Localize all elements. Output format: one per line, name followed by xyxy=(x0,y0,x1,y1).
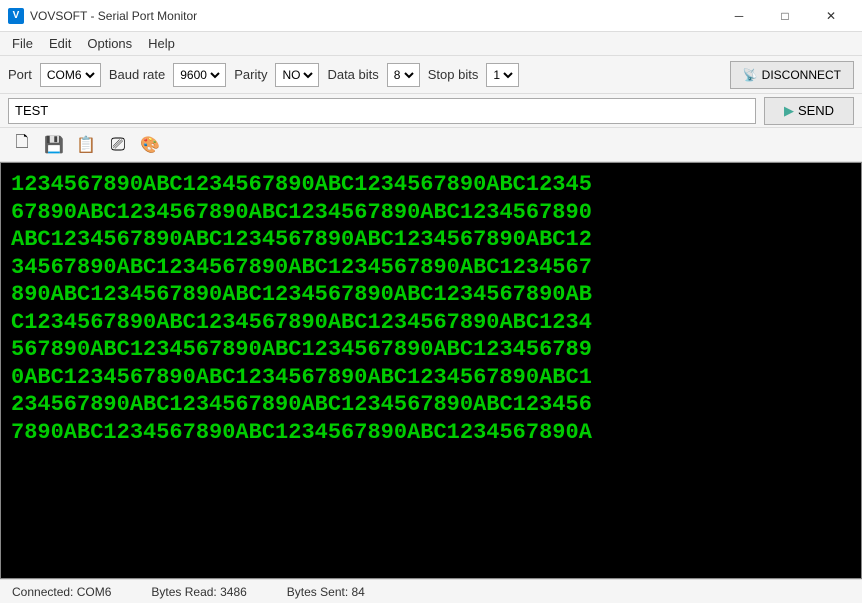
baud-select-wrap[interactable]: 9600 xyxy=(173,63,226,87)
send-label: SEND xyxy=(798,103,834,118)
menu-bar: File Edit Options Help xyxy=(0,32,862,56)
stopbits-label: Stop bits xyxy=(428,67,479,82)
port-settings-bar: Port COM6 Baud rate 9600 Parity NO Data … xyxy=(0,56,862,94)
send-icon: ▶ xyxy=(784,103,794,119)
port-select-wrap[interactable]: COM6 xyxy=(40,63,101,87)
baud-label: Baud rate xyxy=(109,67,165,82)
icon-bar: 🗋 💾 📋 ⎚ 🎨 xyxy=(0,128,862,162)
minimize-button[interactable]: ─ xyxy=(716,0,762,32)
disconnect-icon: 📡 xyxy=(743,68,758,82)
app-icon: V xyxy=(8,8,24,24)
color-button[interactable]: 🎨 xyxy=(136,131,164,159)
color-icon: 🎨 xyxy=(140,135,160,155)
save-icon: 💾 xyxy=(44,135,64,155)
clear-button[interactable]: ⎚ xyxy=(104,131,132,159)
menu-options[interactable]: Options xyxy=(79,33,140,55)
port-select[interactable]: COM6 xyxy=(43,64,98,86)
databits-label: Data bits xyxy=(327,67,378,82)
close-button[interactable]: ✕ xyxy=(808,0,854,32)
monitor-text: 1234567890ABC1234567890ABC1234567890ABC1… xyxy=(1,163,861,578)
stopbits-select-wrap[interactable]: 1 xyxy=(486,63,519,87)
new-file-button[interactable]: 🗋 xyxy=(8,131,36,159)
parity-select-wrap[interactable]: NO xyxy=(275,63,319,87)
window-controls: ─ □ ✕ xyxy=(716,0,854,32)
menu-edit[interactable]: Edit xyxy=(41,33,79,55)
new-file-icon: 🗋 xyxy=(16,131,29,158)
input-bar: ▶ SEND xyxy=(0,94,862,128)
monitor-container: 1234567890ABC1234567890ABC1234567890ABC1… xyxy=(0,162,862,579)
save-button[interactable]: 💾 xyxy=(40,131,68,159)
parity-select[interactable]: NO xyxy=(278,64,316,86)
stopbits-select[interactable]: 1 xyxy=(489,64,516,86)
clear-icon: ⎚ xyxy=(111,134,125,155)
parity-label: Parity xyxy=(234,67,267,82)
port-label: Port xyxy=(8,67,32,82)
bytes-sent-status: Bytes Sent: 84 xyxy=(287,585,365,599)
databits-select-wrap[interactable]: 8 xyxy=(387,63,420,87)
databits-select[interactable]: 8 xyxy=(390,64,417,86)
title-bar: V VOVSOFT - Serial Port Monitor ─ □ ✕ xyxy=(0,0,862,32)
maximize-button[interactable]: □ xyxy=(762,0,808,32)
copy-button[interactable]: 📋 xyxy=(72,131,100,159)
send-button[interactable]: ▶ SEND xyxy=(764,97,854,125)
bytes-read-status: Bytes Read: 3486 xyxy=(151,585,246,599)
disconnect-label: DISCONNECT xyxy=(762,68,841,82)
connection-status: Connected: COM6 xyxy=(12,585,111,599)
send-input[interactable] xyxy=(8,98,756,124)
disconnect-button[interactable]: 📡 DISCONNECT xyxy=(730,61,854,89)
menu-help[interactable]: Help xyxy=(140,33,183,55)
status-bar: Connected: COM6 Bytes Read: 3486 Bytes S… xyxy=(0,579,862,603)
copy-icon: 📋 xyxy=(76,135,96,155)
window-title: VOVSOFT - Serial Port Monitor xyxy=(30,9,716,23)
menu-file[interactable]: File xyxy=(4,33,41,55)
baud-select[interactable]: 9600 xyxy=(176,64,223,86)
